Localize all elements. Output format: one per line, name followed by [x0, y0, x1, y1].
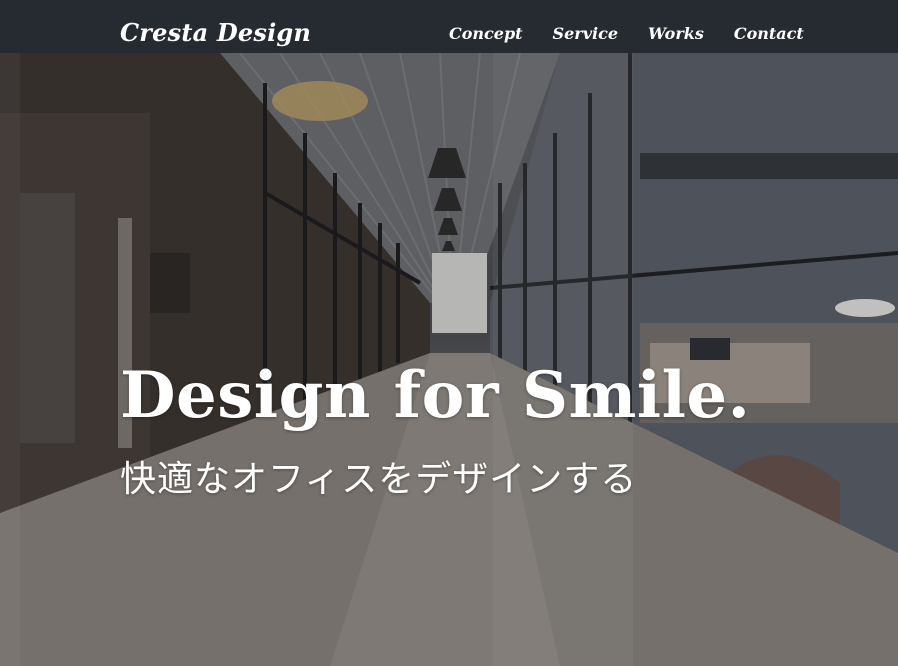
nav-link-service[interactable]: Service: [553, 24, 618, 43]
nav-link-works[interactable]: Works: [648, 24, 704, 43]
nav-link-contact[interactable]: Contact: [734, 24, 804, 43]
hero-section: Design for Smile. 快適なオフィスをデザインする: [0, 53, 898, 666]
nav-link-concept[interactable]: Concept: [449, 24, 523, 43]
hero-subline: 快適なオフィスをデザインする: [120, 459, 638, 500]
hero-headline: Design for Smile.: [120, 358, 751, 433]
site-header: Cresta Design Concept Service Works Cont…: [0, 0, 898, 53]
site-logo[interactable]: Cresta Design: [120, 18, 311, 47]
main-nav: Concept Service Works Contact: [449, 24, 804, 43]
